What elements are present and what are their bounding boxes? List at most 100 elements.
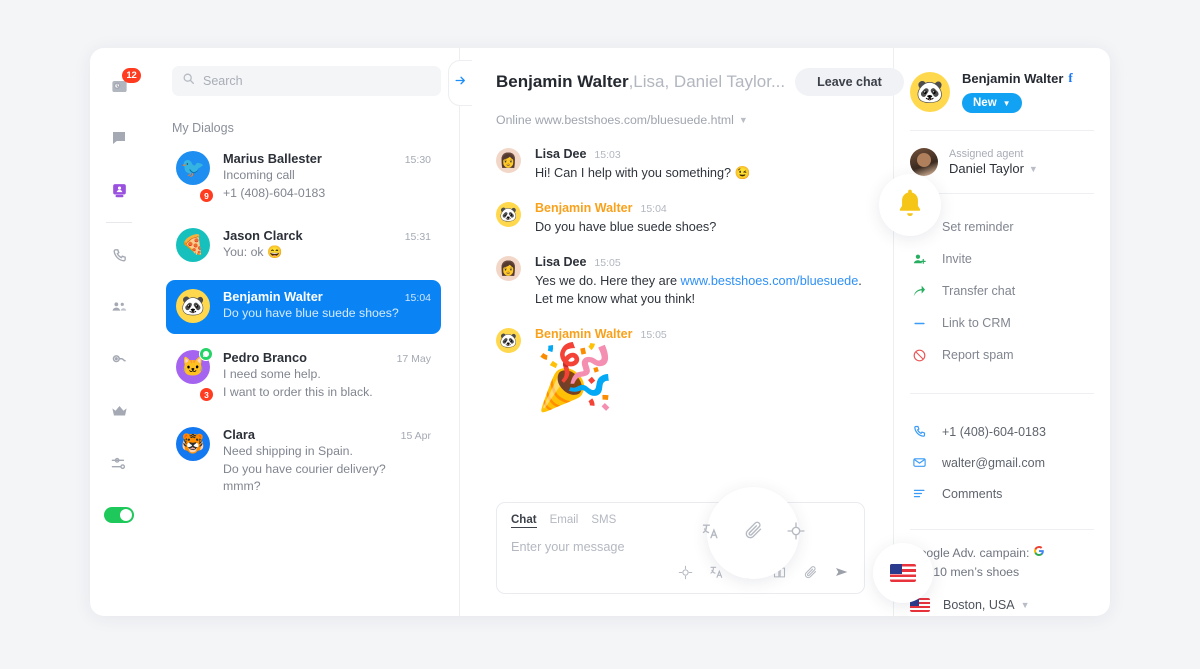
contact-comments[interactable]: Comments (910, 478, 1094, 509)
target-icon (786, 521, 806, 546)
avatar: 🐼 (496, 202, 521, 227)
avatar: 👩 (496, 256, 521, 281)
rail-item-contacts[interactable] (90, 164, 148, 216)
message-text-tail: . (858, 274, 862, 288)
divider (910, 393, 1094, 394)
dialog-preview-line: Need shipping in Spain. (223, 444, 353, 458)
collapse-panel-button[interactable] (448, 60, 472, 106)
contact-value: walter@gmail.com (942, 455, 1045, 470)
campaign-value: Top 10 men’s shoes (910, 565, 1020, 579)
dialog-preview-line: +1 (408)-604-0183 (223, 185, 326, 200)
link-icon (910, 316, 928, 331)
inbox-badge: 12 (122, 68, 141, 83)
contact-email[interactable]: walter@gmail.com (910, 447, 1094, 478)
chat-icon (110, 129, 128, 147)
message-text-second-line: Let me know what you think! (535, 292, 696, 306)
dialog-time: 15:31 (404, 231, 431, 243)
dialog-list-title: My Dialogs (172, 121, 234, 135)
contact-value: Comments (942, 486, 1003, 501)
divider (910, 529, 1094, 530)
dialog-preview-line: I need some help. (223, 367, 321, 381)
dialog-item-jason-clarck[interactable]: 🍕 Jason Clarck 15:31 You: ok 😄 (172, 219, 441, 273)
contact-phone[interactable]: +1 (408)-604-0183 (910, 416, 1094, 447)
dialog-time: 15:04 (404, 292, 431, 304)
rail-item-settings[interactable] (90, 437, 148, 489)
rail-item-premium[interactable] (90, 385, 148, 437)
crown-icon (110, 402, 129, 421)
action-invite[interactable]: Invite (910, 243, 1094, 275)
contact-location[interactable]: Boston, USA ▼ (910, 598, 1094, 612)
message-emoji: 🎉 (535, 341, 615, 413)
assigned-agent-label: Assigned agent (949, 148, 1024, 160)
settings-sliders-icon (110, 454, 129, 473)
dialog-item-marius-ballester[interactable]: 🐦 9 Marius Ballester 15:30 Incoming call… (172, 142, 441, 212)
action-transfer-chat[interactable]: Transfer chat (910, 275, 1094, 307)
dialog-list-panel: My Dialogs 🐦 9 Marius Ballester 15:30 In… (148, 48, 460, 616)
search-input[interactable] (203, 74, 431, 88)
message-time: 15:05 (594, 257, 621, 269)
chat-status-text: Online www.bestshoes.com/bluesuede.html (496, 113, 734, 127)
dialog-item-clara[interactable]: 🐯 Clara 15 Apr Need shipping in Spain. D… (172, 418, 441, 506)
tab-chat[interactable]: Chat (511, 514, 537, 528)
block-icon (910, 348, 928, 363)
dialog-item-benjamin-walter[interactable]: 🐼 Benjamin Walter 15:04 Do you have blue… (166, 280, 441, 334)
rail-divider (106, 222, 132, 223)
target-icon[interactable] (678, 565, 693, 585)
avatar-wrap: 🍕 (176, 228, 210, 262)
message-text: Hi! Can I help with you something? 😉 (535, 166, 751, 180)
dialog-preview-line: You: ok 😄 (223, 245, 283, 259)
action-report-spam[interactable]: Report spam (910, 339, 1094, 371)
rail-item-inbox[interactable]: 12 (90, 60, 148, 112)
unread-badge: 3 (199, 387, 214, 402)
send-icon[interactable] (834, 564, 850, 585)
leave-chat-button[interactable]: Leave chat (795, 68, 904, 96)
rail-item-chat[interactable] (90, 112, 148, 164)
contact-value: +1 (408)-604-0183 (942, 424, 1046, 439)
dialog-time: 15:30 (404, 154, 431, 166)
action-link-to-crm[interactable]: Link to CRM (910, 307, 1094, 339)
icon-rail: 12 (90, 48, 148, 616)
avatar: 👩 (496, 148, 521, 173)
chevron-down-icon: ▼ (738, 115, 748, 125)
avatar-wrap: 🐯 (176, 427, 210, 495)
message-link[interactable]: www.bestshoes.com/bluesuede (681, 274, 859, 288)
rail-item-availability-toggle[interactable] (90, 489, 148, 541)
us-flag-icon (890, 564, 916, 582)
search-box[interactable] (172, 66, 441, 96)
dialog-name: Benjamin Walter (223, 289, 323, 304)
location-label: Boston, USA ▼ (943, 598, 1030, 612)
rail-item-calls[interactable] (90, 229, 148, 281)
message-author: Lisa Dee (535, 255, 587, 269)
dialog-name: Jason Clarck (223, 228, 303, 243)
dialog-preview-line: mmm? (223, 479, 261, 493)
attachment-icon[interactable] (803, 565, 818, 585)
dialog-item-pedro-branco[interactable]: 🐱 3 Pedro Branco 17 May I need some help… (172, 341, 441, 411)
assigned-agent-name: Daniel Taylor ▼ (949, 161, 1038, 176)
availability-toggle[interactable] (104, 507, 134, 523)
message-author: Benjamin Walter (535, 327, 633, 341)
dialog-preview-line: Do you have blue suede shoes? (223, 306, 399, 320)
avatar: 🍕 (176, 228, 210, 262)
action-label: Link to CRM (942, 316, 1011, 330)
transfer-arrow-icon (910, 283, 928, 299)
rail-item-team[interactable] (90, 281, 148, 333)
app-window: 12 Search My Dialogs 🐦 9 Marius Balleste… (90, 48, 1110, 616)
avatar (910, 148, 938, 176)
assigned-agent[interactable]: Assigned agent Daniel Taylor ▼ (910, 148, 1094, 176)
user-add-icon (910, 252, 928, 267)
phone-icon (111, 247, 128, 264)
dialog-preview-line: I want to order this in black. (223, 384, 373, 399)
message-time: 15:03 (594, 149, 621, 161)
chat-status-line[interactable]: Online www.bestshoes.com/bluesuede.html … (496, 113, 865, 127)
chevron-down-icon: ▼ (1002, 98, 1011, 108)
message-item: 🐼 Benjamin Walter 15:05 🎉 (496, 327, 865, 409)
campaign-info: Google Adv. campain: Top 10 men’s shoes (910, 544, 1094, 582)
tab-sms[interactable]: SMS (591, 514, 616, 526)
action-label: Report spam (942, 348, 1014, 362)
rail-item-bot[interactable] (90, 333, 148, 385)
message-text: Do you have blue suede shoes? (535, 220, 717, 234)
tab-email[interactable]: Email (550, 514, 579, 526)
status-badge[interactable]: New ▼ (962, 93, 1022, 113)
contact-header: 🐼 Benjamin Walter f New ▼ (910, 70, 1094, 113)
bot-icon (110, 350, 129, 369)
